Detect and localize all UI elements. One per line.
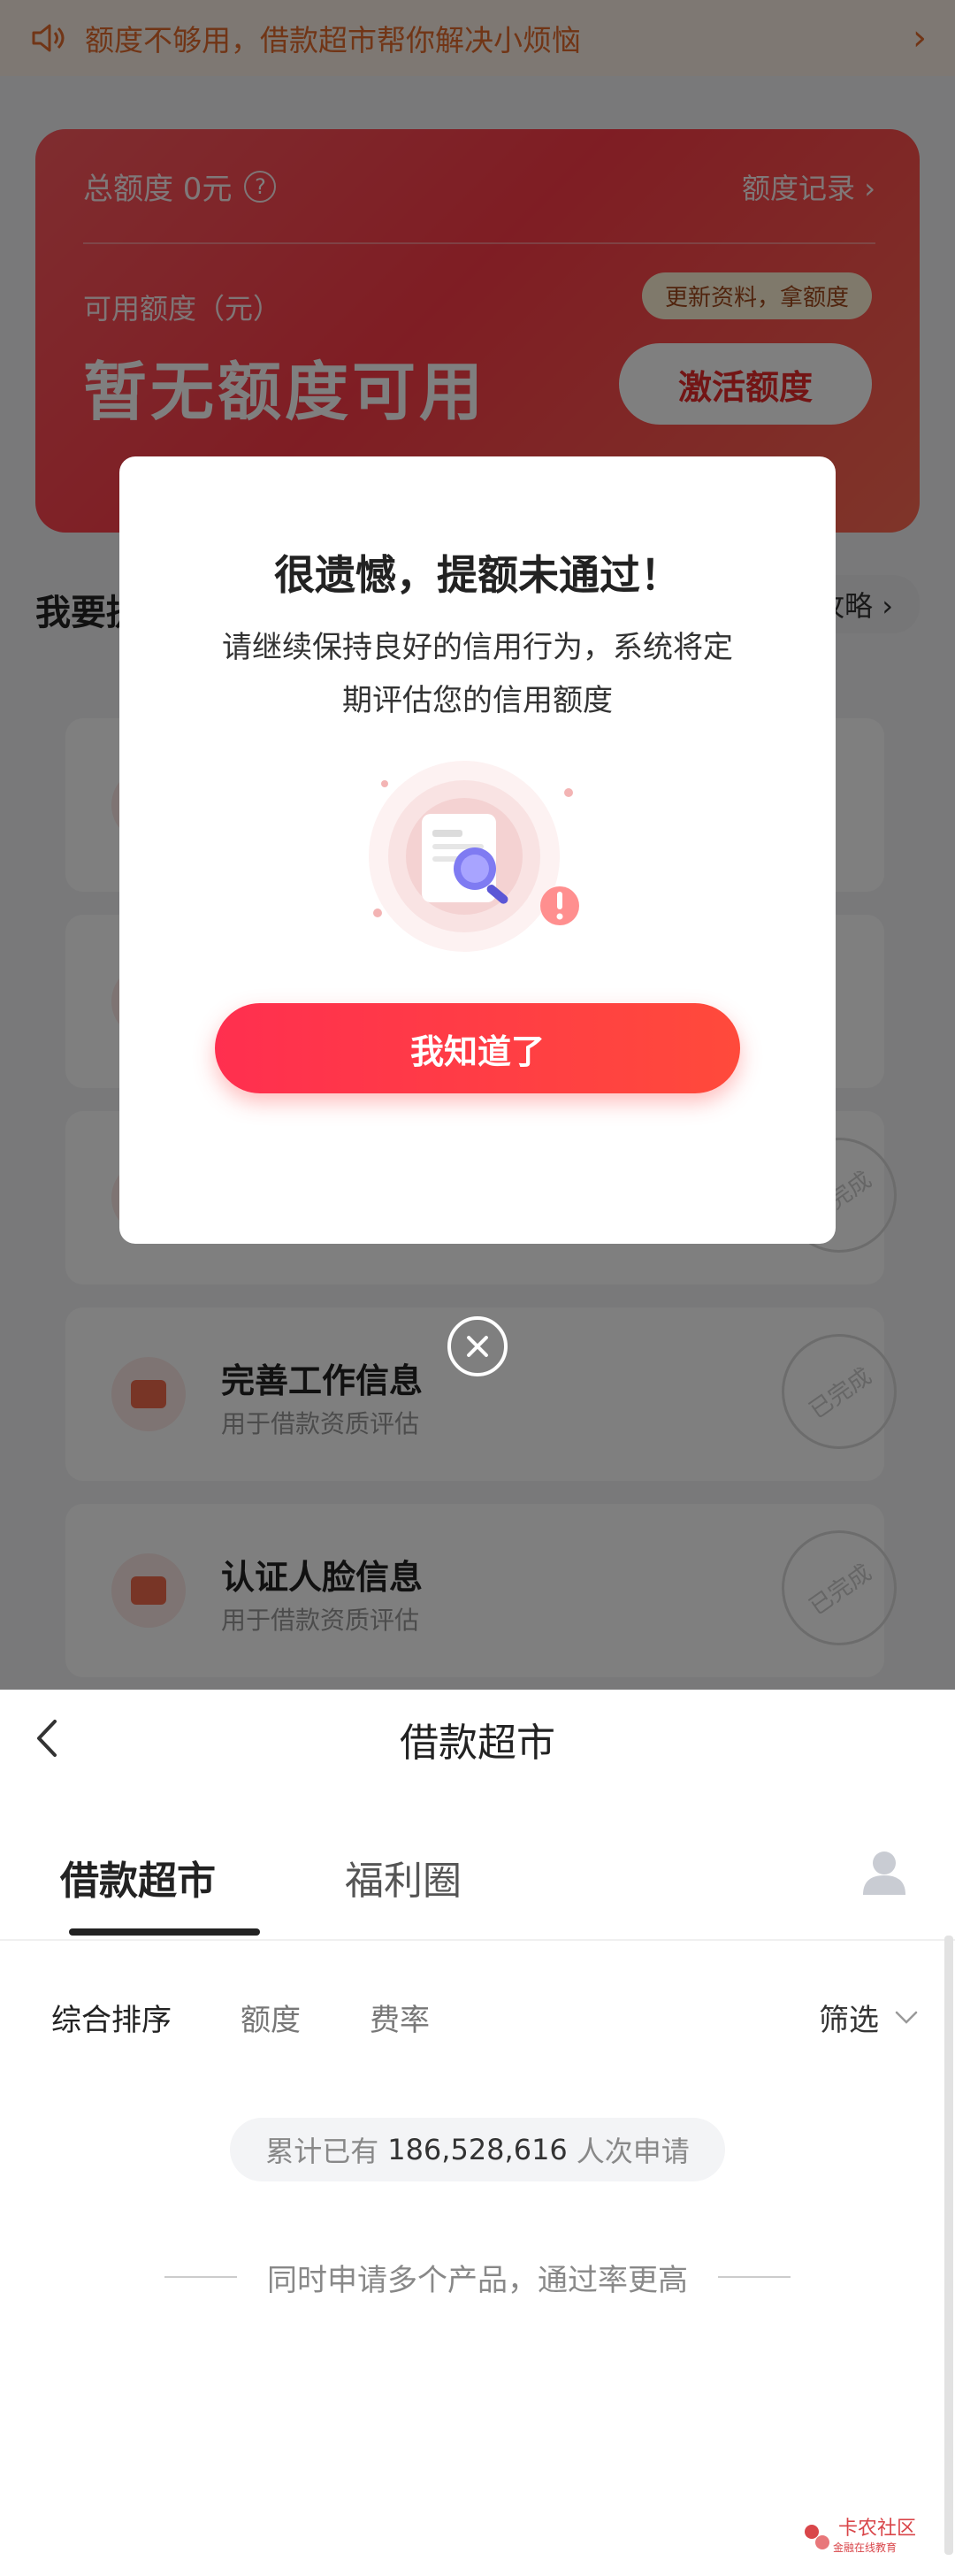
filter-screen-button[interactable]: 筛选 <box>819 1996 920 2039</box>
acknowledge-button[interactable]: 我知道了 <box>215 1003 740 1093</box>
scrollbar[interactable] <box>944 1936 953 2555</box>
divider-line <box>164 2276 237 2278</box>
stats-suffix: 人次申请 <box>576 2135 690 2168</box>
tab-bar: 借款超市 福利圈 <box>0 1831 955 1941</box>
result-dialog: 很遗憾，提额未通过！ 请继续保持良好的信用行为，系统将定期评估您的信用额度 我知… <box>119 456 836 1244</box>
active-tab-indicator <box>69 1928 260 1936</box>
tip-text: 同时申请多个产品，通过率更高 <box>267 2262 688 2298</box>
dialog-description: 请继续保持良好的信用行为，系统将定期评估您的信用额度 <box>222 630 733 718</box>
tip-row: 同时申请多个产品，通过率更高 <box>164 2250 791 2304</box>
watermark: 卡农社区 金融在线教育 <box>801 2518 916 2555</box>
filter-screen-label: 筛选 <box>819 2002 879 2038</box>
page-title: 借款超市 <box>400 1721 555 1766</box>
stats-number: 186,528,616 <box>387 2133 568 2166</box>
back-arrow-icon[interactable] <box>27 1716 71 1760</box>
watermark-subtext: 金融在线教育 <box>832 2542 897 2554</box>
filter-bar: 综合排序 额度 费率 筛选 <box>51 1990 920 2043</box>
user-icon[interactable] <box>858 1845 911 1898</box>
chevron-down-icon <box>895 2011 918 2024</box>
close-icon[interactable] <box>447 1316 508 1376</box>
filter-amount[interactable]: 额度 <box>241 1996 301 2039</box>
dialog-title: 很遗憾，提额未通过！ <box>274 551 681 599</box>
application-stats: 累计已有 186,528,616 人次申请 <box>230 2118 725 2181</box>
tab-welfare[interactable]: 福利圈 <box>345 1849 462 1905</box>
filter-rate[interactable]: 费率 <box>370 1996 430 2039</box>
nav-bar: 借款超市 <box>0 1690 955 1789</box>
loan-market-screen: 借款超市 借款超市 福利圈 综合排序 额度 费率 筛选 累计已有 186,528… <box>0 1690 955 2576</box>
credit-screen: 额度不够用，借款超市帮你解决小烦恼 › 总额度 0元 ? 额度记录 › 可用额度… <box>0 0 955 1690</box>
watermark-logo-icon <box>804 2524 829 2549</box>
tab-loan-market[interactable]: 借款超市 <box>60 1849 216 1905</box>
watermark-text: 卡农社区 <box>837 2518 916 2540</box>
document-search-icon <box>369 761 579 952</box>
stats-prefix: 累计已有 <box>265 2135 379 2168</box>
filter-sort-comprehensive[interactable]: 综合排序 <box>51 1996 172 2039</box>
divider-line <box>718 2276 791 2278</box>
